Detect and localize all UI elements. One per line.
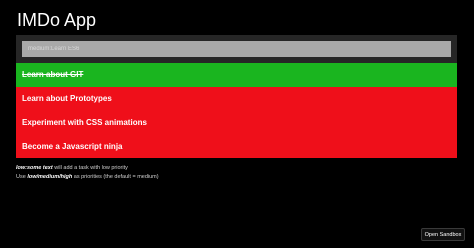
help-line-1: low:some text will add a task with low p…: [16, 164, 159, 173]
help-line-2: Use low/medium/high as priorities (the d…: [16, 173, 159, 182]
task-label: Learn about Prototypes: [22, 94, 112, 104]
task-item[interactable]: Become a Javascript ninja: [16, 134, 457, 158]
task-input-container: [16, 35, 457, 63]
help-keyword-low: low:some text: [16, 165, 53, 171]
task-label: Become a Javascript ninja: [22, 141, 123, 151]
todo-panel: Learn about GIT Learn about Prototypes E…: [16, 35, 457, 158]
task-item[interactable]: Learn about GIT: [16, 63, 457, 87]
app-root: IMDo App Learn about GIT Learn about Pro…: [0, 0, 474, 248]
task-label: Learn about GIT: [22, 70, 84, 80]
help-line-2-text: as priorities (the default = medium): [72, 173, 159, 180]
help-text: low:some text will add a task with low p…: [16, 164, 159, 181]
task-label: Experiment with CSS animations: [22, 117, 147, 127]
help-line-2-prefix: Use: [16, 173, 28, 180]
task-item[interactable]: Experiment with CSS animations: [16, 110, 457, 135]
help-line-1-text: will add a task with low priority: [52, 165, 128, 171]
task-item[interactable]: Learn about Prototypes: [16, 86, 457, 111]
task-input[interactable]: [22, 41, 451, 57]
task-list: Learn about GIT Learn about Prototypes E…: [16, 63, 457, 158]
open-sandbox-button[interactable]: Open Sandbox: [421, 228, 465, 241]
app-title: IMDo App: [17, 10, 97, 30]
help-keyword-priorities: low/medium/high: [27, 173, 73, 180]
